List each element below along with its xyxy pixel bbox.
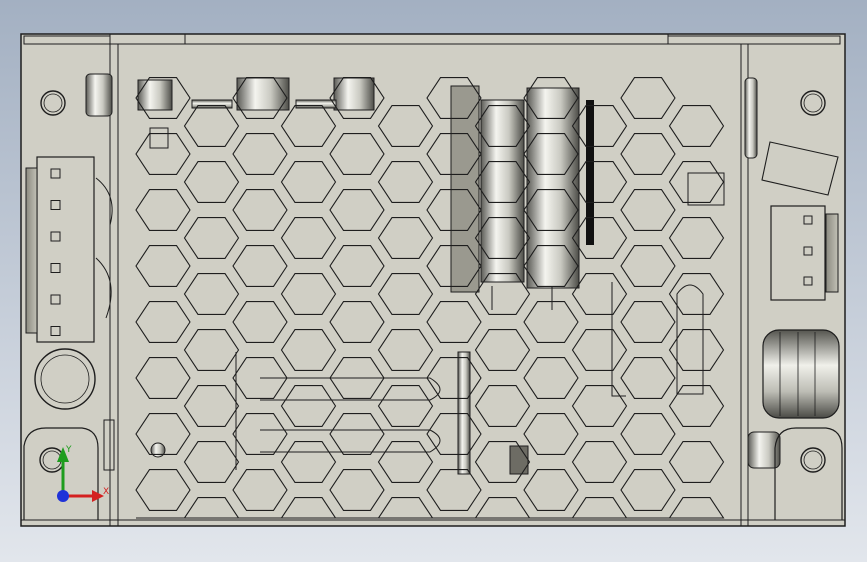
model-view[interactable]: Y X	[0, 0, 867, 562]
y-axis-label: Y	[65, 445, 72, 455]
x-axis-label: X	[103, 487, 109, 497]
z-axis-marker	[57, 490, 69, 502]
inductor-right	[762, 329, 840, 419]
cad-viewport[interactable]: Y X	[0, 0, 867, 562]
